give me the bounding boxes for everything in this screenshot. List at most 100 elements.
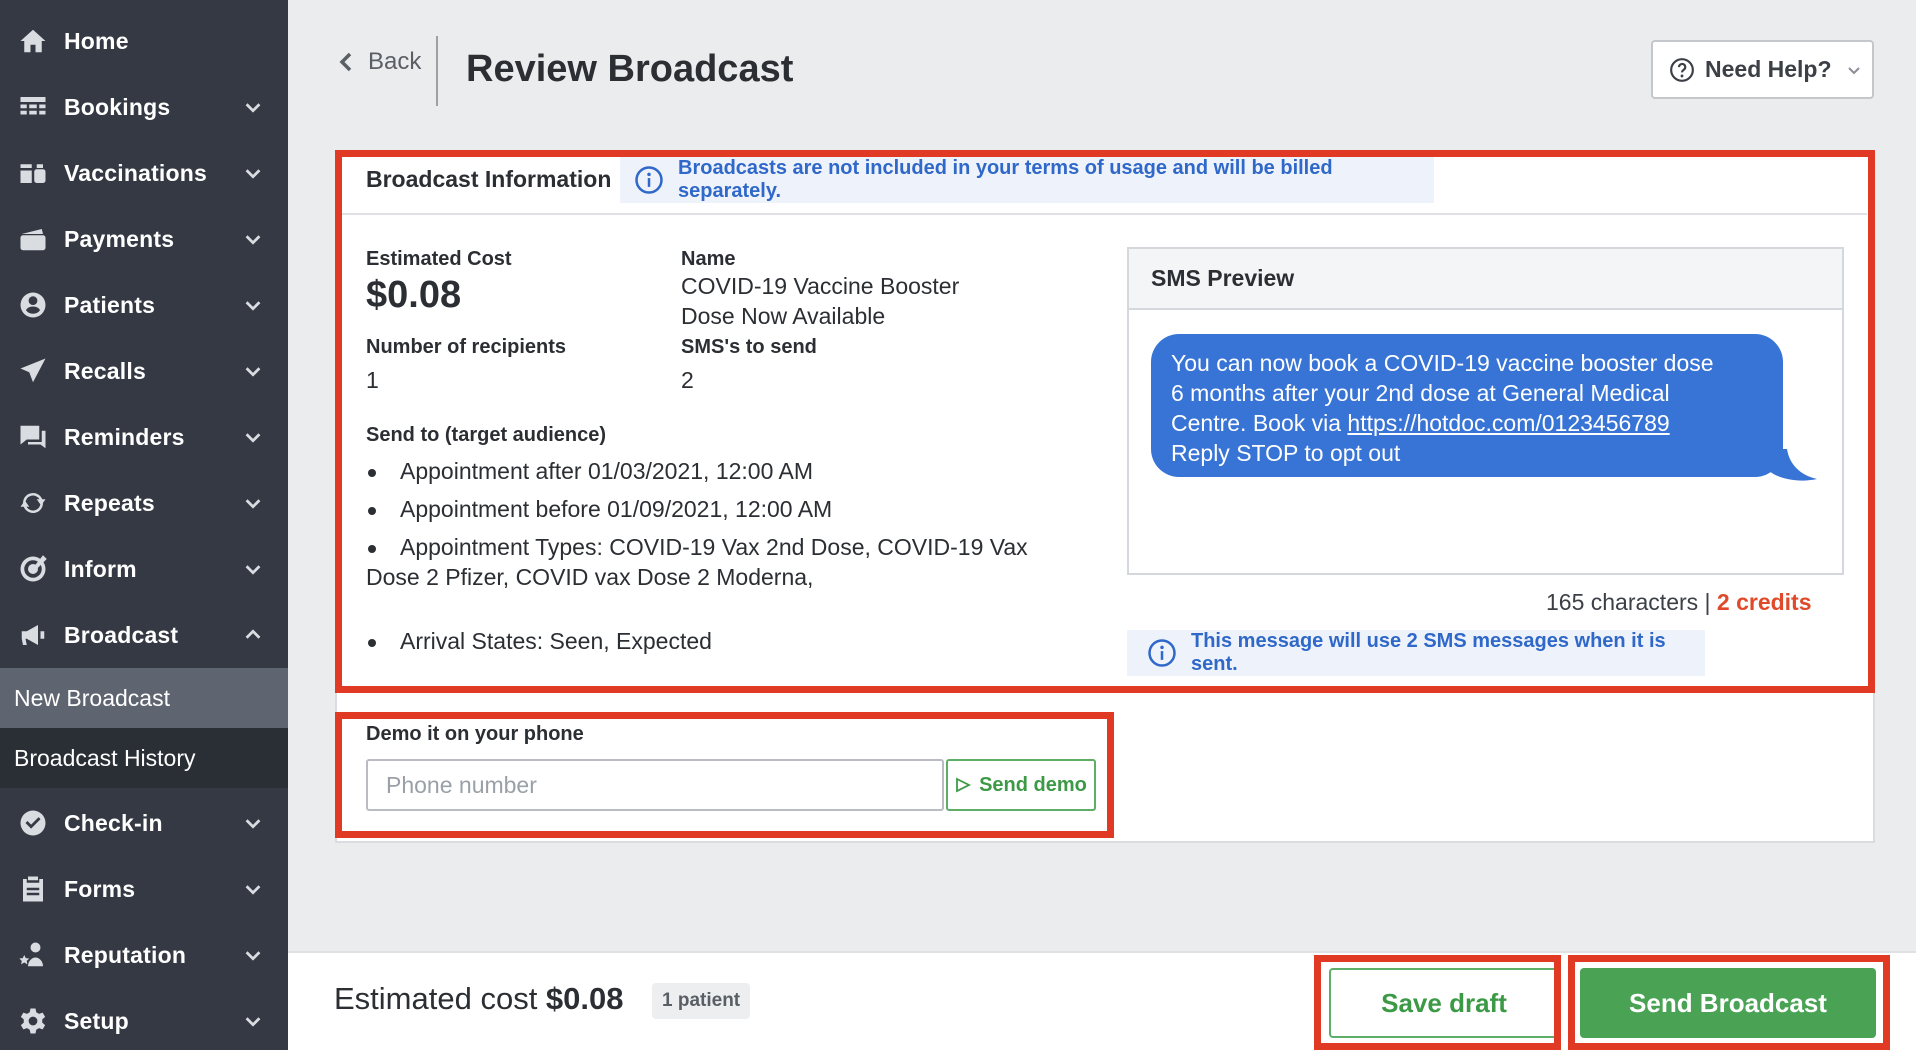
sidebar-item-home[interactable]: Home (0, 8, 288, 74)
sidebar-subitem-new-broadcast[interactable]: New Broadcast (0, 668, 288, 728)
send-icon (956, 777, 972, 793)
chevron-down-icon (242, 812, 264, 834)
list-item: Arrival States: Seen, Expected (366, 626, 1066, 656)
calendar-grid-icon (18, 92, 48, 122)
clipboard-icon (18, 874, 48, 904)
check-badge-icon (18, 808, 48, 838)
sidebar-item-label: Recalls (64, 357, 146, 384)
sms-usage-notice: This message will use 2 SMS messages whe… (1127, 630, 1705, 676)
list-item-continuation: Dose 2 Pfizer, COVID vax Dose 2 Moderna, (366, 564, 814, 590)
vaccine-icon (18, 158, 48, 188)
need-help-button[interactable]: Need Help? (1651, 40, 1874, 99)
sms-link[interactable]: https://hotdoc.com/0123456789 (1347, 410, 1669, 436)
user-circle-icon (18, 290, 48, 320)
sidebar-item-reminders[interactable]: Reminders (0, 404, 288, 470)
question-circle-icon (1670, 57, 1694, 82)
refresh-icon (18, 488, 48, 518)
person-star-icon (18, 940, 48, 970)
sidebar-item-label: Bookings (64, 93, 171, 120)
sidebar: Home Bookings Vaccinations Payments Pati… (0, 0, 288, 1050)
info-icon (1148, 639, 1176, 667)
sidebar-subitem-broadcast-history[interactable]: Broadcast History (0, 728, 288, 788)
list-item: Appointment Types: COVID-19 Vax 2nd Dose… (366, 532, 1066, 562)
list-item: Appointment after 01/03/2021, 12:00 AM (366, 456, 1066, 486)
chevron-left-icon (339, 52, 352, 72)
sidebar-item-label: Home (64, 27, 129, 54)
sidebar-item-label: Broadcast (64, 621, 179, 648)
broadcast-information-title: Broadcast Information (366, 166, 612, 192)
send-demo-button[interactable]: Send demo (946, 759, 1096, 811)
sidebar-item-check-in[interactable]: Check-in (0, 790, 288, 856)
chevron-down-icon (242, 96, 264, 118)
footer-estimated-cost: Estimated cost $0.08 (334, 981, 624, 1016)
estimated-cost-label: Estimated Cost (366, 248, 512, 270)
sms-preview-panel: SMS Preview You can now book a COVID-19 … (1127, 247, 1844, 575)
billing-notice: Broadcasts are not included in your term… (620, 157, 1434, 203)
sidebar-item-label: Forms (64, 875, 136, 902)
sidebar-item-broadcast[interactable]: Broadcast (0, 602, 288, 668)
sidebar-item-label: Reminders (64, 423, 185, 450)
sms-credits: 2 credits (1716, 589, 1812, 615)
sidebar-item-recalls[interactable]: Recalls (0, 338, 288, 404)
sidebar-item-label: Repeats (64, 489, 155, 516)
chat-icon (18, 422, 48, 452)
paper-plane-icon (18, 356, 48, 386)
header-divider (436, 36, 438, 106)
sms-message-bubble: You can now book a COVID-19 vaccine boos… (1151, 334, 1783, 477)
sidebar-item-repeats[interactable]: Repeats (0, 470, 288, 536)
chevron-down-icon (242, 558, 264, 580)
home-icon (18, 26, 48, 56)
sidebar-item-inform[interactable]: Inform (0, 536, 288, 602)
broadcast-name-line1: COVID-19 Vaccine Booster (681, 273, 960, 299)
sidebar-item-payments[interactable]: Payments (0, 206, 288, 272)
sidebar-item-forms[interactable]: Forms (0, 856, 288, 922)
sidebar-item-label: Patients (64, 291, 156, 318)
sidebar-item-reputation[interactable]: Reputation (0, 922, 288, 988)
sidebar-item-label: Payments (64, 225, 175, 252)
sidebar-item-patients[interactable]: Patients (0, 272, 288, 338)
sidebar-item-vaccinations[interactable]: Vaccinations (0, 140, 288, 206)
send-broadcast-button[interactable]: Send Broadcast (1580, 968, 1876, 1038)
back-link[interactable]: Back (336, 48, 421, 76)
chevron-down-icon (242, 878, 264, 900)
sms-to-send-value: 2 (681, 367, 694, 393)
target-icon (18, 554, 48, 584)
save-draft-button[interactable]: Save draft (1329, 968, 1559, 1038)
credit-card-icon (18, 224, 48, 254)
chevron-down-icon (242, 426, 264, 448)
demo-label: Demo it on your phone (366, 723, 584, 745)
sidebar-item-setup[interactable]: Setup (0, 988, 288, 1050)
sms-usage-notice-text: This message will use 2 SMS messages whe… (1191, 630, 1666, 675)
chevron-up-icon (242, 624, 264, 646)
sidebar-item-label: Setup (64, 1007, 129, 1034)
chevron-down-icon (1847, 66, 1860, 74)
broadcast-name-line2: Dose Now Available (681, 303, 886, 329)
megaphone-icon (18, 620, 48, 650)
recipients-label: Number of recipients (366, 336, 567, 358)
sms-character-count: 165 characters | 2 credits (1546, 589, 1812, 615)
page-title: Review Broadcast (466, 48, 794, 90)
billing-notice-text: Broadcasts are not included in your term… (678, 157, 1333, 202)
sidebar-item-bookings[interactable]: Bookings (0, 74, 288, 140)
info-icon (635, 166, 663, 194)
chevron-down-icon (242, 944, 264, 966)
sidebar-item-label: Check-in (64, 809, 163, 836)
card-header-divider (342, 213, 1867, 215)
sms-to-send-label: SMS's to send (681, 336, 817, 358)
sms-preview-title: SMS Preview (1129, 249, 1842, 310)
sidebar-item-label: Vaccinations (64, 159, 208, 186)
name-label: Name (681, 248, 736, 270)
patient-count-badge: 1 patient (652, 983, 751, 1019)
chevron-down-icon (242, 1010, 264, 1032)
sidebar-item-label: Reputation (64, 941, 187, 968)
sidebar-item-label: Inform (64, 555, 137, 582)
need-help-label: Need Help? (1705, 56, 1832, 82)
phone-number-input[interactable] (366, 759, 944, 811)
back-label: Back (368, 48, 422, 75)
recipients-value: 1 (366, 367, 379, 393)
chevron-down-icon (242, 162, 264, 184)
bubble-tail (1769, 449, 1817, 481)
chevron-down-icon (242, 294, 264, 316)
chevron-down-icon (242, 360, 264, 382)
gear-icon (18, 1006, 48, 1036)
